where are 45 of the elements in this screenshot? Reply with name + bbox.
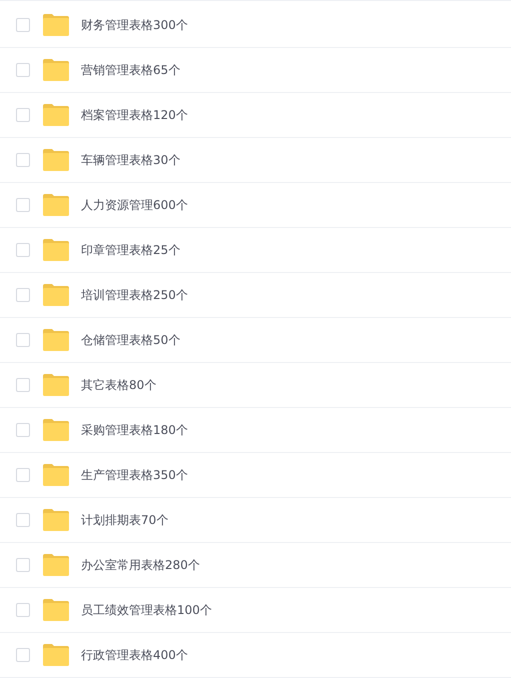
checkbox[interactable] — [16, 423, 30, 437]
folder-icon — [43, 104, 69, 126]
checkbox[interactable] — [16, 378, 30, 392]
folder-icon — [43, 554, 69, 576]
folder-icon — [43, 644, 69, 666]
folder-name[interactable]: 计划排期表70个 — [81, 511, 168, 529]
folder-name[interactable]: 办公室常用表格280个 — [81, 556, 200, 574]
folder-icon — [43, 509, 69, 531]
folder-name[interactable]: 财务管理表格300个 — [81, 16, 188, 34]
checkbox[interactable] — [16, 243, 30, 257]
folder-name[interactable]: 采购管理表格180个 — [81, 421, 188, 439]
checkbox[interactable] — [16, 513, 30, 527]
folder-icon — [43, 239, 69, 261]
checkbox[interactable] — [16, 558, 30, 572]
checkbox[interactable] — [16, 468, 30, 482]
checkbox[interactable] — [16, 333, 30, 347]
folder-icon — [43, 194, 69, 216]
folder-name[interactable]: 档案管理表格120个 — [81, 106, 188, 124]
folder-name[interactable]: 人力资源管理600个 — [81, 196, 188, 214]
folder-name[interactable]: 仓储管理表格50个 — [81, 331, 180, 349]
folder-icon — [43, 599, 69, 621]
checkbox[interactable] — [16, 648, 30, 662]
folder-icon — [43, 59, 69, 81]
checkbox[interactable] — [16, 603, 30, 617]
folder-name[interactable]: 印章管理表格25个 — [81, 241, 180, 259]
folder-icon — [43, 419, 69, 441]
checkbox[interactable] — [16, 108, 30, 122]
folder-name[interactable]: 员工绩效管理表格100个 — [81, 601, 212, 619]
folder-icon — [43, 374, 69, 396]
folder-name[interactable]: 行政管理表格400个 — [81, 646, 188, 664]
folder-name[interactable]: 车辆管理表格30个 — [81, 151, 180, 169]
checkbox[interactable] — [16, 153, 30, 167]
folder-name[interactable]: 营销管理表格65个 — [81, 61, 180, 79]
folder-name[interactable]: 生产管理表格350个 — [81, 466, 188, 484]
folder-icon — [43, 329, 69, 351]
folder-name[interactable]: 培训管理表格250个 — [81, 286, 188, 304]
folder-icon — [43, 464, 69, 486]
checkbox[interactable] — [16, 63, 30, 77]
checkbox[interactable] — [16, 198, 30, 212]
folder-icon — [43, 149, 69, 171]
folder-icon — [43, 284, 69, 306]
folder-name[interactable]: 其它表格80个 — [81, 376, 156, 394]
checkbox[interactable] — [16, 18, 30, 32]
folder-icon — [43, 14, 69, 36]
checkbox[interactable] — [16, 288, 30, 302]
